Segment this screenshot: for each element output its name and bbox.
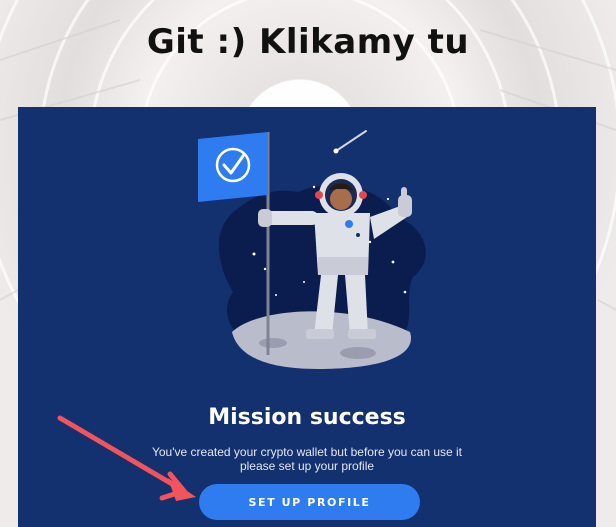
mission-success-card: Mission success You've created your cryp… [18, 107, 596, 527]
mission-description: You've created your crypto wallet but be… [18, 445, 596, 473]
astronaut-illustration [198, 130, 426, 369]
mission-title: Mission success [208, 405, 406, 430]
description-line-1: You've created your crypto wallet but be… [151, 445, 463, 459]
set-up-profile-button[interactable]: SET UP PROFILE [199, 484, 420, 520]
description-line-2: please set up your profile [239, 459, 375, 473]
overlay-heading: Git :) Klikamy tu [146, 22, 470, 62]
